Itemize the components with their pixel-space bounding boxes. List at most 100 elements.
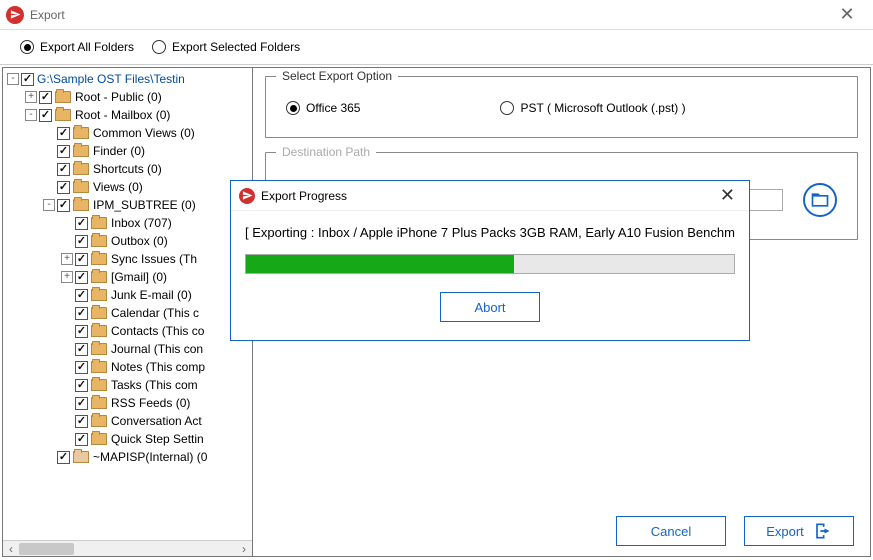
tree-node[interactable]: Views (0) (3, 178, 252, 196)
tree-node[interactable]: Tasks (This com (3, 376, 252, 394)
radio-pst[interactable]: PST ( Microsoft Outlook (.pst) ) (500, 101, 685, 115)
button-label: Cancel (651, 524, 691, 539)
export-arrow-icon (812, 521, 832, 541)
checkbox[interactable] (75, 289, 88, 302)
tree-node[interactable]: -G:\Sample OST Files\Testin (3, 70, 252, 88)
tree-hscrollbar[interactable]: ‹ › (3, 540, 252, 556)
expand-icon[interactable]: + (61, 253, 73, 265)
tree-node-label: Finder (0) (93, 144, 145, 158)
checkbox[interactable] (39, 91, 52, 104)
checkbox[interactable] (75, 361, 88, 374)
close-icon[interactable]: ✕ (827, 1, 867, 29)
tree-node[interactable]: RSS Feeds (0) (3, 394, 252, 412)
close-icon[interactable]: ✕ (714, 185, 741, 206)
checkbox[interactable] (75, 433, 88, 446)
scroll-thumb[interactable] (19, 543, 74, 555)
radio-label: Office 365 (306, 101, 360, 115)
checkbox[interactable] (75, 415, 88, 428)
checkbox[interactable] (75, 307, 88, 320)
folder-icon (91, 379, 107, 391)
tree-node[interactable]: Inbox (707) (3, 214, 252, 232)
cancel-button[interactable]: Cancel (616, 516, 726, 546)
tree-node-label: Outbox (0) (111, 234, 168, 248)
checkbox[interactable] (75, 343, 88, 356)
radio-export-selected[interactable]: Export Selected Folders (152, 40, 300, 54)
expander-spacer (43, 145, 55, 157)
checkbox[interactable] (57, 451, 70, 464)
tree-node[interactable]: Conversation Act (3, 412, 252, 430)
tree-node-label: Views (0) (93, 180, 143, 194)
tree-node[interactable]: Junk E-mail (0) (3, 286, 252, 304)
dialog-title: Export Progress (261, 189, 347, 203)
checkbox[interactable] (21, 73, 34, 86)
tree-node[interactable]: -Root - Mailbox (0) (3, 106, 252, 124)
tree-node[interactable]: + Root - Public (0) (3, 88, 252, 106)
radio-export-all[interactable]: Export All Folders (20, 40, 134, 54)
folder-icon (55, 91, 71, 103)
collapse-icon[interactable]: - (25, 109, 37, 121)
radio-dot-icon (20, 40, 34, 54)
expander-spacer (43, 163, 55, 175)
collapse-icon[interactable]: - (43, 199, 55, 211)
checkbox[interactable] (57, 199, 70, 212)
checkbox[interactable] (57, 181, 70, 194)
tree-node[interactable]: +[Gmail] (0) (3, 268, 252, 286)
abort-button[interactable]: Abort (440, 292, 540, 322)
tree-node-label: Root - Public (0) (75, 90, 162, 104)
tree-node-label: Inbox (707) (111, 216, 172, 230)
folder-tree[interactable]: -G:\Sample OST Files\Testin + Root - Publi… (3, 68, 252, 540)
app-icon (6, 6, 24, 24)
chevron-left-icon[interactable]: ‹ (3, 541, 19, 557)
group-legend: Destination Path (276, 145, 376, 159)
tree-node-label: IPM_SUBTREE (0) (93, 198, 196, 212)
collapse-icon[interactable]: - (7, 73, 19, 85)
expand-icon[interactable]: + (61, 271, 73, 283)
expand-icon[interactable]: + (25, 91, 37, 103)
tree-node[interactable]: Quick Step Settin (3, 430, 252, 448)
export-button[interactable]: Export (744, 516, 854, 546)
checkbox[interactable] (57, 145, 70, 158)
export-scope-row: Export All Folders Export Selected Folde… (0, 30, 873, 65)
radio-office365[interactable]: Office 365 (286, 101, 360, 115)
tree-node[interactable]: Journal (This con (3, 340, 252, 358)
checkbox[interactable] (57, 127, 70, 140)
folder-icon (91, 361, 107, 373)
tree-node[interactable]: Contacts (This co (3, 322, 252, 340)
expander-spacer (61, 361, 73, 373)
tree-node[interactable]: Common Views (0) (3, 124, 252, 142)
checkbox[interactable] (75, 397, 88, 410)
folder-icon (91, 235, 107, 247)
checkbox[interactable] (75, 379, 88, 392)
checkbox[interactable] (75, 271, 88, 284)
tree-node-label: Tasks (This com (111, 378, 198, 392)
checkbox[interactable] (75, 235, 88, 248)
checkbox[interactable] (39, 109, 52, 122)
browse-button[interactable] (803, 183, 837, 217)
folder-icon (73, 181, 89, 193)
checkbox[interactable] (75, 325, 88, 338)
checkbox[interactable] (75, 253, 88, 266)
tree-node[interactable]: Shortcuts (0) (3, 160, 252, 178)
chevron-right-icon[interactable]: › (236, 541, 252, 557)
tree-node[interactable]: +Sync Issues (Th (3, 250, 252, 268)
dialog-titlebar: Export Progress ✕ (231, 181, 749, 211)
tree-node[interactable]: Calendar (This c (3, 304, 252, 322)
tree-node[interactable]: Notes (This comp (3, 358, 252, 376)
tree-node-label: RSS Feeds (0) (111, 396, 190, 410)
checkbox[interactable] (57, 163, 70, 176)
tree-node-label: Shortcuts (0) (93, 162, 162, 176)
tree-node[interactable]: Outbox (0) (3, 232, 252, 250)
tree-node-label: ~MAPISP(Internal) (0 (93, 450, 207, 464)
checkbox[interactable] (75, 217, 88, 230)
tree-node[interactable]: Finder (0) (3, 142, 252, 160)
radio-label: Export Selected Folders (172, 40, 300, 54)
expander-spacer (61, 379, 73, 391)
radio-label: Export All Folders (40, 40, 134, 54)
folder-icon (91, 343, 107, 355)
group-export-option: Select Export Option Office 365 PST ( Mi… (265, 76, 858, 138)
tree-node[interactable]: ~MAPISP(Internal) (0 (3, 448, 252, 466)
button-label: Export (766, 524, 804, 539)
tree-node[interactable]: - IPM_SUBTREE (0) (3, 196, 252, 214)
folder-icon (91, 397, 107, 409)
export-status-text: [ Exporting : Inbox / Apple iPhone 7 Plu… (245, 225, 735, 240)
